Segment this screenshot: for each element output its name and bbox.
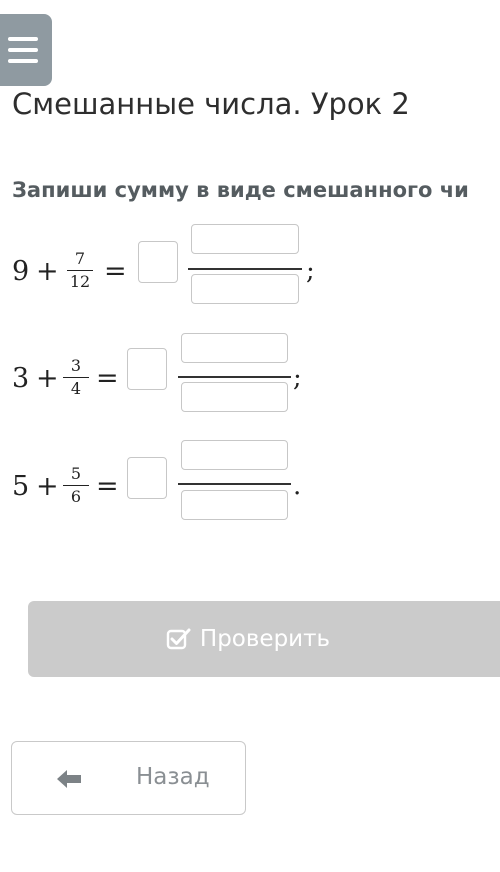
punctuation: ; (293, 363, 302, 393)
denominator: 4 (70, 379, 82, 398)
denominator-input[interactable] (181, 490, 288, 520)
back-button[interactable]: Назад (11, 741, 246, 815)
whole-number: 9 (12, 256, 30, 287)
fraction: 7 12 (67, 250, 93, 291)
punctuation: . (293, 471, 302, 501)
numerator: 5 (70, 464, 82, 483)
numerator-input[interactable] (191, 224, 299, 254)
menu-button[interactable] (0, 14, 52, 86)
numerator: 7 (74, 249, 86, 268)
equals-sign: = (104, 256, 127, 287)
fraction-bar (188, 268, 302, 270)
plus-sign: + (36, 471, 59, 502)
numerator-input[interactable] (181, 440, 288, 470)
check-button[interactable]: Проверить (28, 601, 500, 677)
arrow-left-icon (54, 768, 84, 795)
equals-sign: = (96, 471, 119, 502)
whole-part-input[interactable] (127, 348, 167, 390)
punctuation: ; (306, 256, 315, 286)
denominator-input[interactable] (191, 274, 299, 304)
menu-icon-bar (8, 48, 38, 52)
whole-number: 5 (12, 471, 30, 502)
equation-row: 3 + 3 4 = ; (0, 333, 500, 415)
fraction: 3 4 (63, 357, 89, 398)
check-square-icon (166, 627, 192, 651)
denominator-input[interactable] (181, 382, 288, 412)
fraction-bar (178, 376, 291, 378)
menu-icon (8, 37, 38, 41)
fraction-bar (178, 483, 291, 485)
plus-sign: + (36, 363, 59, 394)
whole-part-input[interactable] (127, 457, 167, 499)
denominator: 6 (70, 487, 82, 506)
check-button-label: Проверить (199, 626, 331, 652)
equation-row: 5 + 5 6 = . (0, 440, 500, 523)
plus-sign: + (36, 256, 59, 287)
back-button-label: Назад (136, 764, 210, 790)
denominator: 12 (69, 272, 91, 291)
menu-icon-bar (8, 59, 38, 63)
numerator: 3 (70, 356, 82, 375)
whole-part-input[interactable] (138, 241, 178, 283)
whole-number: 3 (12, 363, 30, 394)
task-instruction: Запиши сумму в виде смешанного чи (12, 178, 469, 202)
page-title: Смешанные числа. Урок 2 (12, 87, 410, 121)
equation-row: 9 + 7 12 = ; (0, 224, 500, 308)
fraction: 5 6 (63, 465, 89, 506)
equals-sign: = (96, 363, 119, 394)
numerator-input[interactable] (181, 333, 288, 363)
